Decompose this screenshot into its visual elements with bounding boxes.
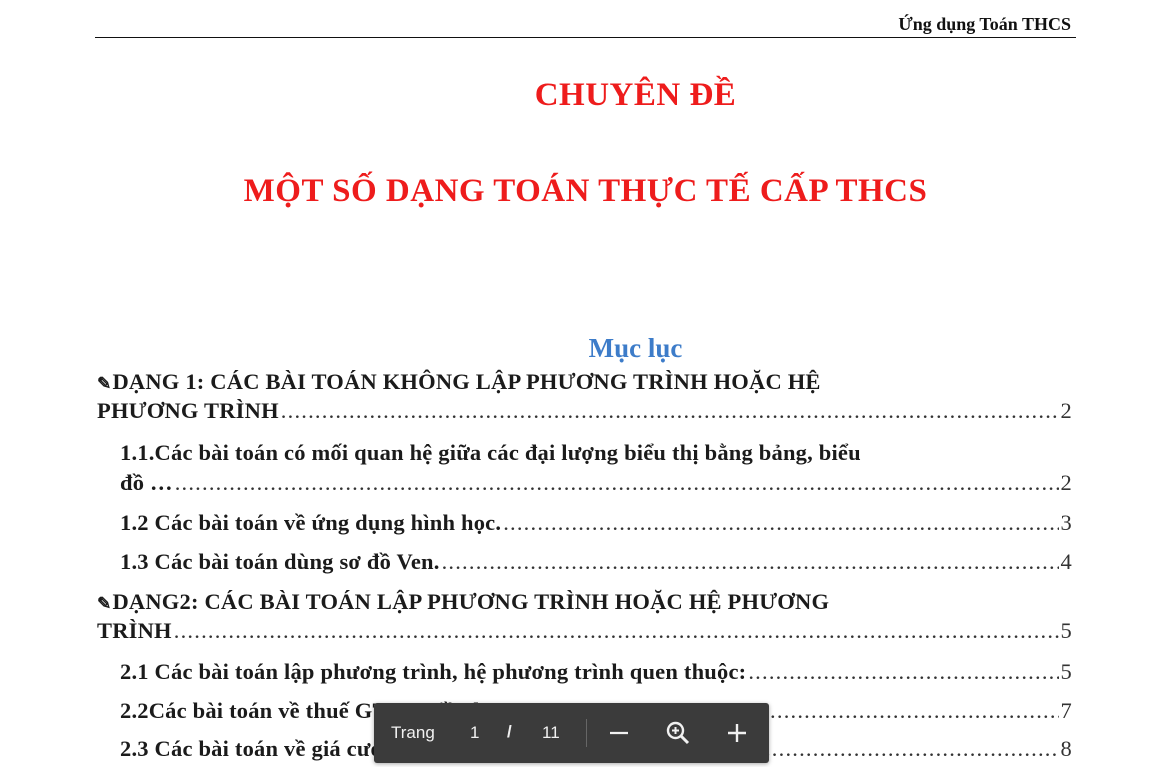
fit-to-page-button[interactable] <box>663 718 693 748</box>
toc-entry-title-cont: đồ … <box>120 470 173 495</box>
toc-page-number: 4 <box>1060 549 1072 574</box>
pdf-viewer-toolbar: Trang 1 / 11 <box>374 703 769 763</box>
toc-page-number: 2 <box>1060 398 1072 423</box>
toc-entry-title-cont: TRÌNH <box>97 618 172 643</box>
plus-icon <box>728 724 746 742</box>
toc-entry-title-cont: PHƯƠNG TRÌNH <box>97 398 279 423</box>
toc-entry-title: 2.1 Các bài toán lập phương trình, hệ ph… <box>120 659 747 684</box>
dot-leader <box>174 618 1059 644</box>
pen-icon: ✎ <box>97 374 112 393</box>
toc-entry-title: DẠNG2: CÁC BÀI TOÁN LẬP PHƯƠNG TRÌNH HOẶ… <box>112 589 830 614</box>
dot-leader <box>748 659 1058 685</box>
page-separator: / <box>507 722 512 741</box>
toc-page-number: 2 <box>1060 470 1072 495</box>
toc-page-number: 5 <box>1060 659 1072 684</box>
header-rule <box>95 37 1076 38</box>
pen-icon: ✎ <box>97 594 112 613</box>
page-label: Trang <box>391 723 435 742</box>
dot-leader <box>442 549 1059 575</box>
toolbar-divider <box>586 719 587 747</box>
dot-leader <box>281 398 1059 424</box>
running-header: Ứng dụng Toán THCS <box>898 14 1071 34</box>
document-page: Ứng dụng Toán THCS CHUYÊN ĐỀ MỘT SỐ DẠNG… <box>0 0 1157 767</box>
toc-page-number: 5 <box>1060 618 1072 643</box>
title-line-2: MỘT SỐ DẠNG TOÁN THỰC TẾ CẤP THCS <box>243 173 928 209</box>
toc-entry-title: 1.3 Các bài toán dùng sơ đồ Ven. <box>120 549 440 574</box>
dot-leader <box>175 470 1059 496</box>
toc-page-number: 7 <box>1060 698 1072 723</box>
current-page-input[interactable]: 1 <box>470 723 479 743</box>
total-pages: 11 <box>542 723 560 742</box>
toc-page-number: 3 <box>1060 510 1072 535</box>
toc-page-number: 8 <box>1060 736 1072 761</box>
zoom-in-button[interactable] <box>722 718 752 748</box>
toc-heading: Mục lục <box>588 333 683 363</box>
toc-entry-title: 1.1.Các bài toán có mối quan hệ giữa các… <box>120 440 861 465</box>
minus-icon <box>610 731 628 735</box>
zoom-icon <box>666 721 690 745</box>
title-line-1: CHUYÊN ĐỀ <box>534 77 737 113</box>
dot-leader <box>503 510 1058 536</box>
zoom-out-button[interactable] <box>604 718 634 748</box>
toc-entry-title: 1.2 Các bài toán về ứng dụng hình học. <box>120 510 502 535</box>
toc-entry-title: DẠNG 1: CÁC BÀI TOÁN KHÔNG LẬP PHƯƠNG TR… <box>112 369 821 394</box>
